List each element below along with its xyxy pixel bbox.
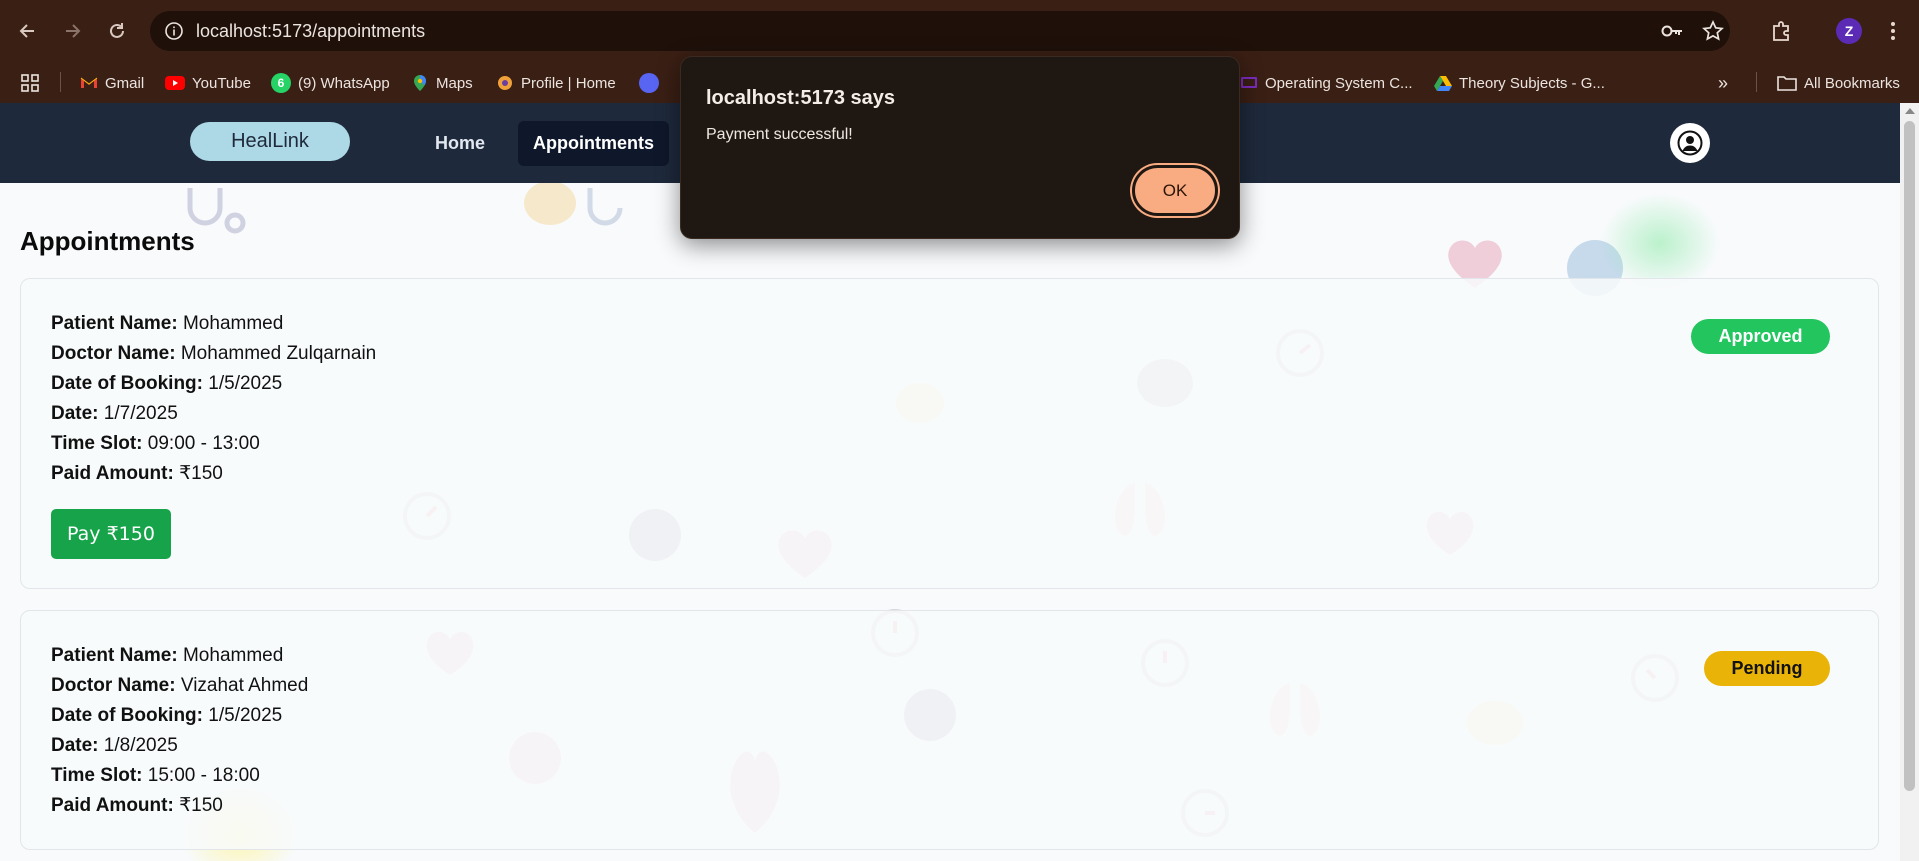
time-slot-row: Time Slot: 15:00 - 18:00	[51, 765, 260, 786]
operating-system-icon	[1241, 77, 1257, 88]
time-slot-row: Time Slot: 09:00 - 13:00	[51, 433, 260, 454]
scrollbar-thumb[interactable]	[1904, 121, 1915, 791]
google-drive-icon	[1434, 76, 1452, 91]
bookmark-profile-home[interactable]: Profile | Home	[496, 71, 616, 95]
page-scrollbar[interactable]	[1900, 103, 1919, 861]
status-badge: Pending	[1704, 651, 1830, 686]
booking-date-value: 1/5/2025	[208, 373, 283, 394]
apps-grid-icon	[21, 74, 39, 92]
page-title: Appointments	[20, 226, 195, 256]
discord-icon	[639, 73, 659, 93]
bookmark-discord[interactable]	[639, 71, 659, 95]
status-badge: Approved	[1691, 319, 1830, 354]
pay-button[interactable]: Pay ₹150	[51, 509, 171, 559]
patient-name-value: Mohammed	[182, 645, 284, 666]
apps-grid-button[interactable]	[20, 71, 40, 95]
site-info-icon[interactable]	[164, 21, 184, 41]
dialog-title: localhost:5173 says	[706, 87, 895, 109]
appointment-date-value: 1/8/2025	[103, 735, 178, 756]
patient-name-value: Mohammed	[182, 313, 284, 334]
booking-date-value: 1/5/2025	[208, 705, 283, 726]
patient-name-row: Patient Name: Mohammed	[51, 313, 284, 334]
patient-name-row: Patient Name: Mohammed	[51, 645, 284, 666]
extensions-icon[interactable]	[1768, 18, 1794, 44]
booking-date-row: Date of Booking: 1/5/2025	[51, 705, 283, 726]
whatsapp-icon: 6	[271, 73, 291, 93]
all-bookmarks-button[interactable]: All Bookmarks	[1777, 71, 1900, 95]
address-bar[interactable]: localhost:5173/appointments	[150, 11, 1730, 51]
doctor-name-row: Doctor Name: Mohammed Zulqarnain	[51, 343, 377, 364]
back-button[interactable]	[10, 13, 46, 49]
alert-dialog: localhost:5173 says Payment successful! …	[680, 56, 1240, 239]
appointments-page: Appointments Patient Name: Mohammed Doct…	[0, 183, 1900, 861]
gmail-icon	[80, 77, 98, 88]
more-bookmarks-chevron-icon[interactable]: »	[1718, 71, 1728, 95]
healink-logo[interactable]: HealLink	[190, 122, 350, 161]
user-profile-button[interactable]	[1670, 123, 1710, 163]
browser-profile-avatar[interactable]: Z	[1836, 18, 1862, 44]
bookmark-theory-subjects[interactable]: Theory Subjects - G...	[1434, 71, 1605, 95]
dialog-ok-button[interactable]: OK	[1132, 165, 1218, 216]
browser-toolbar: localhost:5173/appointments Z	[0, 0, 1919, 62]
paid-amount-row: Paid Amount: ₹150	[51, 463, 223, 484]
bookmark-youtube[interactable]: YouTube	[165, 71, 251, 95]
url-text[interactable]: localhost:5173/appointments	[196, 21, 425, 42]
youtube-icon	[165, 76, 185, 90]
time-slot-value: 15:00 - 18:00	[147, 765, 260, 786]
doctor-name-row: Doctor Name: Vizahat Ahmed	[51, 675, 309, 696]
appointment-date-row: Date: 1/8/2025	[51, 735, 178, 756]
bookmark-separator	[60, 72, 61, 92]
appointment-details: Patient Name: Mohammed Doctor Name: Moha…	[51, 309, 376, 489]
paid-amount-row: Paid Amount: ₹150	[51, 795, 223, 816]
back-arrow-icon	[19, 24, 34, 38]
nav-appointments[interactable]: Appointments	[518, 121, 669, 166]
appointment-card: Patient Name: Mohammed Doctor Name: Viza…	[20, 610, 1879, 850]
folder-icon	[1777, 76, 1797, 91]
maps-icon	[414, 75, 426, 91]
paid-amount-value: ₹150	[179, 795, 223, 816]
time-slot-value: 09:00 - 13:00	[147, 433, 260, 454]
paid-amount-value: ₹150	[179, 463, 223, 484]
appointment-details: Patient Name: Mohammed Doctor Name: Viza…	[51, 641, 308, 821]
forward-button[interactable]	[54, 13, 90, 49]
bookmark-whatsapp[interactable]: 6 (9) WhatsApp	[271, 71, 390, 95]
dialog-message: Payment successful!	[706, 126, 853, 143]
appointment-date-row: Date: 1/7/2025	[51, 403, 178, 424]
scroll-up-arrow-icon[interactable]	[1905, 108, 1915, 114]
forward-arrow-icon	[66, 24, 81, 38]
doctor-name-value: Mohammed Zulqarnain	[180, 343, 377, 364]
bookmark-maps[interactable]: Maps	[411, 71, 473, 95]
appointment-card: Patient Name: Mohammed Doctor Name: Moha…	[20, 278, 1879, 589]
background-stethoscope-icon	[524, 183, 623, 226]
bookmark-operating-system[interactable]: Operating System C...	[1240, 71, 1413, 95]
bookmark-separator	[1756, 72, 1757, 92]
nav-home[interactable]: Home	[420, 121, 500, 166]
reload-button[interactable]	[99, 13, 135, 49]
password-key-icon[interactable]	[1660, 19, 1684, 43]
profile-site-icon	[498, 76, 512, 90]
browser-menu-icon[interactable]	[1880, 18, 1906, 44]
appointment-date-value: 1/7/2025	[103, 403, 178, 424]
bookmark-gmail[interactable]: Gmail	[80, 71, 144, 95]
bookmark-star-icon[interactable]	[1701, 19, 1725, 43]
doctor-name-value: Vizahat Ahmed	[180, 675, 309, 696]
user-avatar-icon	[1677, 130, 1703, 156]
booking-date-row: Date of Booking: 1/5/2025	[51, 373, 283, 394]
reload-icon	[110, 23, 124, 38]
